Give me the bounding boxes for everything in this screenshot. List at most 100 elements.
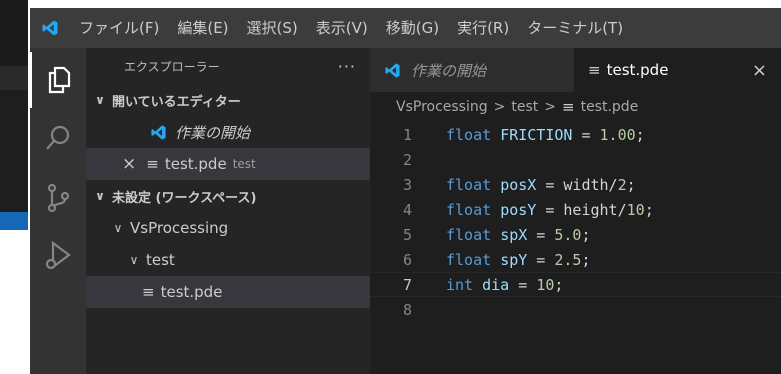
operator: =	[527, 225, 555, 244]
number: 10	[626, 200, 645, 219]
line-number: 3	[402, 175, 412, 194]
line-number: 2	[402, 150, 412, 169]
line-number: 1	[402, 125, 412, 144]
chevron-down-icon: ∨	[129, 253, 139, 267]
identifier: posY	[500, 200, 537, 219]
number: 2	[617, 175, 627, 194]
run-debug-icon[interactable]	[30, 228, 86, 284]
semicolon: ;	[635, 125, 645, 144]
operator: = height/	[536, 200, 627, 219]
number: 10	[536, 275, 555, 294]
breadcrumb-item[interactable]: VsProcessing	[396, 99, 488, 115]
file-icon: ≡	[562, 98, 575, 116]
keyword: float	[446, 175, 492, 194]
line-number: 7	[402, 275, 412, 294]
vscode-window: ファイル(F) 編集(E) 選択(S) 表示(V) 移動(G) 実行(R) ター…	[30, 8, 781, 374]
breadcrumb-item[interactable]: test.pde	[581, 99, 639, 115]
identifier: spX	[500, 225, 528, 244]
number: 5.0	[554, 225, 582, 244]
line-number: 6	[402, 250, 412, 269]
identifier: dia	[482, 275, 510, 294]
menu-selection[interactable]: 選択(S)	[238, 8, 307, 48]
open-editor-item-welcome[interactable]: 作業の開始	[86, 116, 370, 148]
chevron-right-icon: >	[544, 99, 556, 115]
number: 2.5	[554, 250, 582, 269]
vscode-logo-icon	[384, 62, 401, 79]
sidebar-title: エクスプローラー	[124, 59, 220, 74]
semicolon: ;	[626, 175, 636, 194]
keyword: float	[446, 125, 492, 144]
open-editors-label: 開いているエディター	[112, 94, 241, 110]
source-control-icon[interactable]	[30, 170, 86, 226]
code-editor[interactable]: 1 float FRICTION = 1.00; 2 3 float posX = …	[370, 122, 781, 322]
file-icon: ≡	[588, 61, 601, 79]
editor-tabs: 作業の開始 ≡ test.pde ×	[370, 48, 781, 92]
open-editor-description: test	[232, 157, 256, 171]
number: 1.00	[599, 125, 636, 144]
semicolon: ;	[581, 250, 591, 269]
file-test-pde[interactable]: ≡ test.pde	[86, 276, 370, 308]
menu-file[interactable]: ファイル(F)	[70, 8, 168, 48]
code-line: 1 float FRICTION = 1.00;	[370, 122, 781, 147]
code-line: 3 float posX = width/2;	[370, 172, 781, 197]
breadcrumb-item[interactable]: test	[511, 99, 538, 115]
tab-label: test.pde	[606, 61, 669, 79]
keyword: float	[446, 225, 492, 244]
line-number: 8	[402, 300, 412, 319]
menu-edit[interactable]: 編集(E)	[168, 8, 237, 48]
menu-go[interactable]: 移動(G)	[377, 8, 448, 48]
identifier: spY	[500, 250, 528, 269]
chevron-down-icon: ∨	[95, 93, 105, 107]
background-white-area	[0, 230, 28, 374]
folder-test[interactable]: ∨ test	[86, 244, 370, 276]
semicolon: ;	[554, 275, 564, 294]
operator: = width/	[536, 175, 618, 194]
semicolon: ;	[644, 200, 654, 219]
editor-area: 作業の開始 ≡ test.pde × VsProcessing > test >…	[370, 48, 781, 374]
background-dark-strip	[0, 66, 28, 90]
folder-label: VsProcessing	[130, 219, 229, 237]
more-actions-icon[interactable]: ···	[338, 57, 356, 76]
menu-view[interactable]: 表示(V)	[307, 8, 377, 48]
activity-bar	[30, 48, 86, 374]
tab-label: 作業の開始	[411, 61, 487, 80]
folder-vsprocessing[interactable]: ∨ VsProcessing	[86, 212, 370, 244]
sidebar-header: エクスプローラー ···	[86, 48, 370, 84]
tab-welcome[interactable]: 作業の開始	[370, 48, 574, 92]
open-editor-item-test-pde[interactable]: × ≡ test.pde test	[86, 148, 370, 180]
keyword: float	[446, 250, 492, 269]
keyword: float	[446, 200, 492, 219]
open-editor-label: 作業の開始	[175, 123, 251, 142]
title-bar: ファイル(F) 編集(E) 選択(S) 表示(V) 移動(G) 実行(R) ター…	[30, 8, 781, 48]
explorer-sidebar: エクスプローラー ··· ∨ 開いているエディター 作業の開始 × ≡ test…	[86, 48, 370, 374]
operator: =	[572, 125, 600, 144]
vscode-logo-icon	[30, 8, 70, 48]
identifier: posX	[500, 175, 537, 194]
background-window-fragment	[0, 0, 30, 374]
operator: =	[527, 250, 555, 269]
semicolon: ;	[581, 225, 591, 244]
chevron-down-icon: ∨	[95, 189, 105, 203]
background-dark-panel-lower	[0, 90, 28, 212]
menu-run[interactable]: 実行(R)	[448, 8, 518, 48]
search-icon[interactable]	[30, 110, 86, 166]
code-line: 5 float spX = 5.0;	[370, 222, 781, 247]
explorer-icon[interactable]	[30, 52, 86, 108]
open-editor-label: test.pde	[164, 155, 227, 173]
file-label: test.pde	[160, 283, 223, 301]
menu-terminal[interactable]: ターミナル(T)	[518, 8, 632, 48]
chevron-down-icon: ∨	[113, 221, 123, 235]
code-line: 2	[370, 147, 781, 172]
workspace-label: 未設定 (ワークスペース)	[112, 190, 257, 206]
file-icon: ≡	[146, 155, 159, 173]
close-icon[interactable]: ×	[122, 154, 136, 174]
code-line: 6 float spY = 2.5;	[370, 247, 781, 272]
folder-label: test	[146, 251, 175, 269]
tab-test-pde[interactable]: ≡ test.pde ×	[574, 48, 781, 92]
code-line-current: 7 int dia = 10;	[370, 272, 781, 297]
close-icon[interactable]: ×	[752, 60, 767, 81]
open-editors-section[interactable]: ∨ 開いているエディター	[86, 84, 370, 116]
vscode-logo-icon	[150, 124, 167, 141]
workspace-section[interactable]: ∨ 未設定 (ワークスペース)	[86, 180, 370, 212]
background-dark-panel	[0, 0, 28, 66]
